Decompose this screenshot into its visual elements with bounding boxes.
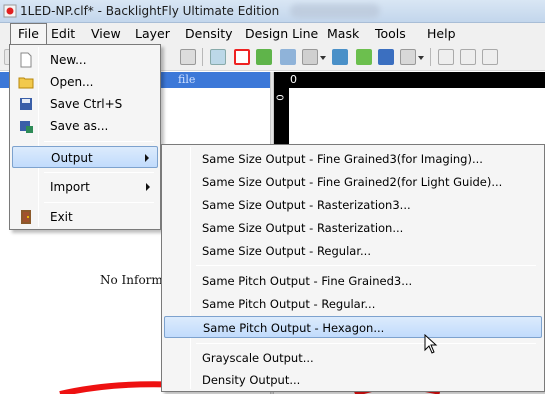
output-item-label: Same Size Output - Rasterization... [202, 221, 404, 235]
output-same-pitch-regular[interactable]: Same Pitch Output - Regular... [164, 293, 542, 315]
red-led-icon [3, 4, 17, 18]
menu-help[interactable]: Help [420, 23, 463, 45]
new-document-icon [20, 52, 32, 68]
menu-separator [44, 172, 154, 173]
vertical-ruler: 0 [274, 72, 289, 152]
file-menu-output[interactable]: Output [12, 146, 158, 168]
output-item-label: Same Size Output - Fine Grained2(for Lig… [202, 175, 503, 189]
output-same-pitch-hexagon[interactable]: Same Pitch Output - Hexagon... [164, 316, 542, 338]
menu-tools[interactable]: Tools [368, 23, 413, 45]
output-grayscale[interactable]: Grayscale Output... [164, 347, 542, 369]
toolbar-select-icon[interactable] [180, 49, 196, 65]
menu-design-line[interactable]: Design Line [238, 23, 325, 45]
output-same-size-fine-grained2[interactable]: Same Size Output - Fine Grained2(for Lig… [164, 171, 542, 193]
mouse-pointer-icon [424, 334, 438, 354]
toolbar-table-icon[interactable] [482, 49, 498, 65]
toolbar-export-icon[interactable] [400, 49, 416, 65]
toolbar-hash-icon[interactable] [438, 49, 454, 65]
toolbar-led-icon[interactable] [234, 49, 250, 65]
toolbar-frame-icon[interactable] [460, 49, 476, 65]
file-menu-save-as-label: Save as... [50, 119, 109, 133]
menu-separator [44, 202, 154, 203]
output-item-label: Same Size Output - Rasterization3... [202, 198, 411, 212]
horizontal-ruler: 0 [274, 72, 545, 88]
file-menu-new-label: New... [50, 53, 87, 67]
menu-layer[interactable]: Layer [128, 23, 177, 45]
menu-bar: File Edit View Layer Density Design Line… [0, 23, 545, 45]
toolbar-blue-icon[interactable] [280, 49, 296, 65]
exit-door-icon [21, 210, 31, 224]
blurred-region [290, 4, 380, 18]
file-menu-open[interactable]: Open... [12, 71, 158, 93]
open-folder-icon [18, 77, 34, 89]
toolbar-green-icon[interactable] [256, 49, 272, 65]
file-menu-save-label: Save Ctrl+S [50, 97, 123, 111]
output-same-pitch-fine-grained3[interactable]: Same Pitch Output - Fine Grained3... [164, 270, 542, 292]
output-item-label: Same Pitch Output - Hexagon... [203, 321, 385, 335]
menu-density[interactable]: Density [178, 23, 240, 45]
file-menu-import[interactable]: Import [12, 176, 158, 198]
output-item-label: Same Pitch Output - Regular... [202, 297, 376, 311]
window-title: 1LED-NP.clf* - BacklightFly Ultimate Edi… [20, 4, 280, 18]
menu-separator [196, 343, 536, 344]
file-dropdown-menu: New... Open... Save Ctrl+S Save as... Ou… [9, 44, 161, 230]
menu-separator [196, 265, 536, 266]
output-item-label: Density Output... [202, 373, 301, 387]
toolbar-dot-icon[interactable] [356, 49, 372, 65]
menu-view[interactable]: View [84, 23, 128, 45]
toolbar-separator [202, 48, 203, 66]
toolbar-grid-icon[interactable] [210, 49, 226, 65]
file-menu-new[interactable]: New... [12, 49, 158, 71]
output-density[interactable]: Density Output... [164, 369, 542, 391]
file-menu-import-label: Import [50, 180, 90, 194]
toolbar-dropdown-icon[interactable] [320, 49, 327, 65]
output-item-label: Same Pitch Output - Fine Grained3... [202, 274, 413, 288]
output-item-label: Same Size Output - Fine Grained3(for Ima… [202, 152, 483, 166]
file-menu-exit-label: Exit [50, 210, 73, 224]
submenu-arrow-icon [146, 183, 150, 191]
submenu-arrow-icon [145, 154, 149, 162]
toolbar-separator2 [430, 48, 431, 66]
toolbar-dropdown2-icon[interactable] [418, 49, 425, 65]
output-same-size-fine-grained3[interactable]: Same Size Output - Fine Grained3(for Ima… [164, 148, 542, 170]
file-menu-save[interactable]: Save Ctrl+S [12, 93, 158, 115]
ruler-origin-label: 0 [290, 73, 297, 86]
menu-file[interactable]: File [10, 23, 47, 45]
menu-separator [44, 141, 154, 142]
menu-edit[interactable]: Edit [44, 23, 82, 45]
toolbar-print-icon[interactable] [302, 49, 318, 65]
file-menu-save-as[interactable]: Save as... [12, 115, 158, 137]
toolbar-image-icon[interactable] [332, 49, 348, 65]
output-item-label: Grayscale Output... [202, 351, 314, 365]
output-same-size-rasterization3[interactable]: Same Size Output - Rasterization3... [164, 194, 542, 216]
menu-mask[interactable]: Mask [320, 23, 366, 45]
vertical-ruler-origin-label: 0 [273, 94, 285, 101]
title-bar: 1LED-NP.clf* - BacklightFly Ultimate Edi… [0, 0, 545, 23]
file-menu-output-label: Output [51, 151, 93, 165]
output-submenu: Same Size Output - Fine Grained3(for Ima… [161, 144, 545, 392]
pane-header-text: file [178, 73, 196, 86]
toolbar-df-icon[interactable] [378, 49, 394, 65]
file-menu-open-label: Open... [50, 75, 94, 89]
output-same-size-regular[interactable]: Same Size Output - Regular... [164, 240, 542, 262]
output-same-size-rasterization[interactable]: Same Size Output - Rasterization... [164, 217, 542, 239]
save-disk-icon [20, 98, 32, 110]
save-as-icon [20, 121, 33, 133]
file-menu-exit[interactable]: Exit [12, 206, 158, 228]
output-item-label: Same Size Output - Regular... [202, 244, 371, 258]
